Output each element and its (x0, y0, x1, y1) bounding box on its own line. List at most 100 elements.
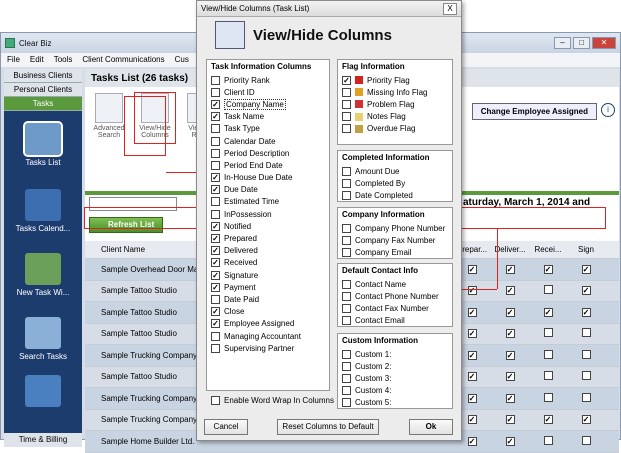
column-option[interactable]: Company Fax Number (342, 234, 448, 246)
column-checkbox[interactable] (211, 124, 220, 134)
column-checkbox[interactable] (211, 209, 220, 219)
column-option[interactable]: Close (211, 306, 325, 318)
dialog-close-icon[interactable]: X (443, 3, 457, 15)
column-option[interactable]: Due Date (211, 184, 325, 196)
column-checkbox[interactable] (211, 99, 220, 109)
cancel-button[interactable]: Cancel (204, 419, 248, 435)
column-option[interactable]: Prepared (211, 232, 325, 244)
menu-file[interactable]: File (7, 53, 20, 67)
row-checkbox[interactable] (505, 264, 515, 274)
column-checkbox[interactable] (211, 87, 220, 97)
row-checkbox[interactable] (581, 328, 591, 338)
row-checkbox[interactable] (543, 371, 553, 381)
column-option[interactable]: Company Phone Number (342, 222, 448, 234)
row-checkbox[interactable] (543, 328, 553, 338)
row-checkbox[interactable] (543, 307, 553, 317)
row-checkbox[interactable] (581, 435, 591, 445)
row-checkbox[interactable] (505, 329, 515, 339)
column-checkbox[interactable] (342, 75, 351, 85)
nav-item-new-task-wizard[interactable]: New Task Wi... (4, 253, 82, 297)
column-option[interactable]: Custom 4: (342, 385, 448, 397)
column-option[interactable]: Completed By (342, 177, 448, 189)
column-checkbox[interactable] (211, 246, 220, 256)
column-option[interactable]: Date Paid (211, 293, 325, 305)
row-checkbox[interactable] (505, 307, 515, 317)
column-option[interactable]: Problem Flag (342, 98, 448, 110)
col-signature[interactable]: Sign (567, 245, 605, 254)
column-checkbox[interactable] (342, 349, 351, 359)
column-option[interactable]: Priority Flag (342, 74, 448, 86)
column-checkbox[interactable] (342, 223, 351, 233)
nav-bottom-time-billing[interactable]: Time & Billing (4, 433, 82, 447)
column-option[interactable]: Employee Assigned (211, 318, 325, 330)
row-checkbox[interactable] (467, 264, 477, 274)
view-hide-columns-button[interactable]: View/Hide Columns (134, 92, 176, 144)
column-option[interactable]: Period Description (211, 147, 325, 159)
nav-tab-personal-clients[interactable]: Personal Clients (4, 83, 82, 97)
column-option[interactable]: Company Email (342, 246, 448, 258)
column-checkbox[interactable] (342, 247, 351, 257)
ok-button[interactable]: Ok (409, 419, 453, 435)
column-option[interactable]: Managing Accountant (211, 330, 325, 342)
row-checkbox[interactable] (581, 392, 591, 402)
column-checkbox[interactable] (211, 270, 220, 280)
column-checkbox[interactable] (211, 343, 220, 353)
column-option[interactable]: Contact Name (342, 278, 448, 290)
row-checkbox[interactable] (467, 372, 477, 382)
column-option[interactable]: Client ID (211, 86, 325, 98)
row-checkbox[interactable] (543, 264, 553, 274)
row-checkbox[interactable] (467, 436, 477, 446)
column-checkbox[interactable] (342, 303, 351, 313)
row-checkbox[interactable] (543, 285, 553, 295)
column-checkbox[interactable] (211, 148, 220, 158)
column-option[interactable]: Custom 2: (342, 360, 448, 372)
row-checkbox[interactable] (543, 392, 553, 402)
column-checkbox[interactable] (211, 294, 220, 304)
column-checkbox[interactable] (211, 136, 220, 146)
row-checkbox[interactable] (467, 329, 477, 339)
row-checkbox[interactable] (543, 435, 553, 445)
col-received[interactable]: Recei... (529, 245, 567, 254)
column-option[interactable]: Amount Due (342, 165, 448, 177)
column-checkbox[interactable] (211, 75, 220, 85)
row-checkbox[interactable] (505, 415, 515, 425)
word-wrap-checkbox[interactable] (211, 396, 220, 405)
column-checkbox[interactable] (342, 87, 351, 97)
column-option[interactable]: Contact Email (342, 315, 448, 327)
close-icon[interactable]: ✕ (592, 37, 616, 49)
row-checkbox[interactable] (581, 264, 591, 274)
column-checkbox[interactable] (211, 258, 220, 268)
column-checkbox[interactable] (342, 386, 351, 396)
row-checkbox[interactable] (505, 436, 515, 446)
column-checkbox[interactable] (342, 279, 351, 289)
column-option[interactable]: InPossession (211, 208, 325, 220)
column-checkbox[interactable] (211, 197, 220, 207)
column-checkbox[interactable] (342, 361, 351, 371)
column-checkbox[interactable] (342, 316, 351, 326)
column-checkbox[interactable] (211, 112, 220, 122)
column-checkbox[interactable] (211, 282, 220, 292)
column-checkbox[interactable] (211, 185, 220, 195)
column-option[interactable]: Custom 3: (342, 372, 448, 384)
row-checkbox[interactable] (467, 415, 477, 425)
row-checkbox[interactable] (581, 307, 591, 317)
row-checkbox[interactable] (505, 393, 515, 403)
column-checkbox[interactable] (342, 398, 351, 408)
column-option[interactable]: Notes Flag (342, 111, 448, 123)
column-option[interactable]: Missing Info Flag (342, 86, 448, 98)
column-checkbox[interactable] (211, 234, 220, 244)
column-option[interactable]: Overdue Flag (342, 123, 448, 135)
reset-columns-button[interactable]: Reset Columns to Default (277, 419, 379, 435)
column-checkbox[interactable] (342, 124, 351, 134)
column-option[interactable]: Payment (211, 281, 325, 293)
column-option[interactable]: Estimated Time (211, 196, 325, 208)
menu-client-communications[interactable]: Client Communications (82, 53, 164, 67)
column-option[interactable]: Task Name (211, 111, 325, 123)
column-checkbox[interactable] (211, 221, 220, 231)
menu-edit[interactable]: Edit (30, 53, 44, 67)
column-option[interactable]: Task Type (211, 123, 325, 135)
refresh-list-button[interactable]: Refresh List (89, 217, 163, 233)
column-checkbox[interactable] (211, 160, 220, 170)
row-checkbox[interactable] (467, 350, 477, 360)
row-checkbox[interactable] (581, 286, 591, 296)
